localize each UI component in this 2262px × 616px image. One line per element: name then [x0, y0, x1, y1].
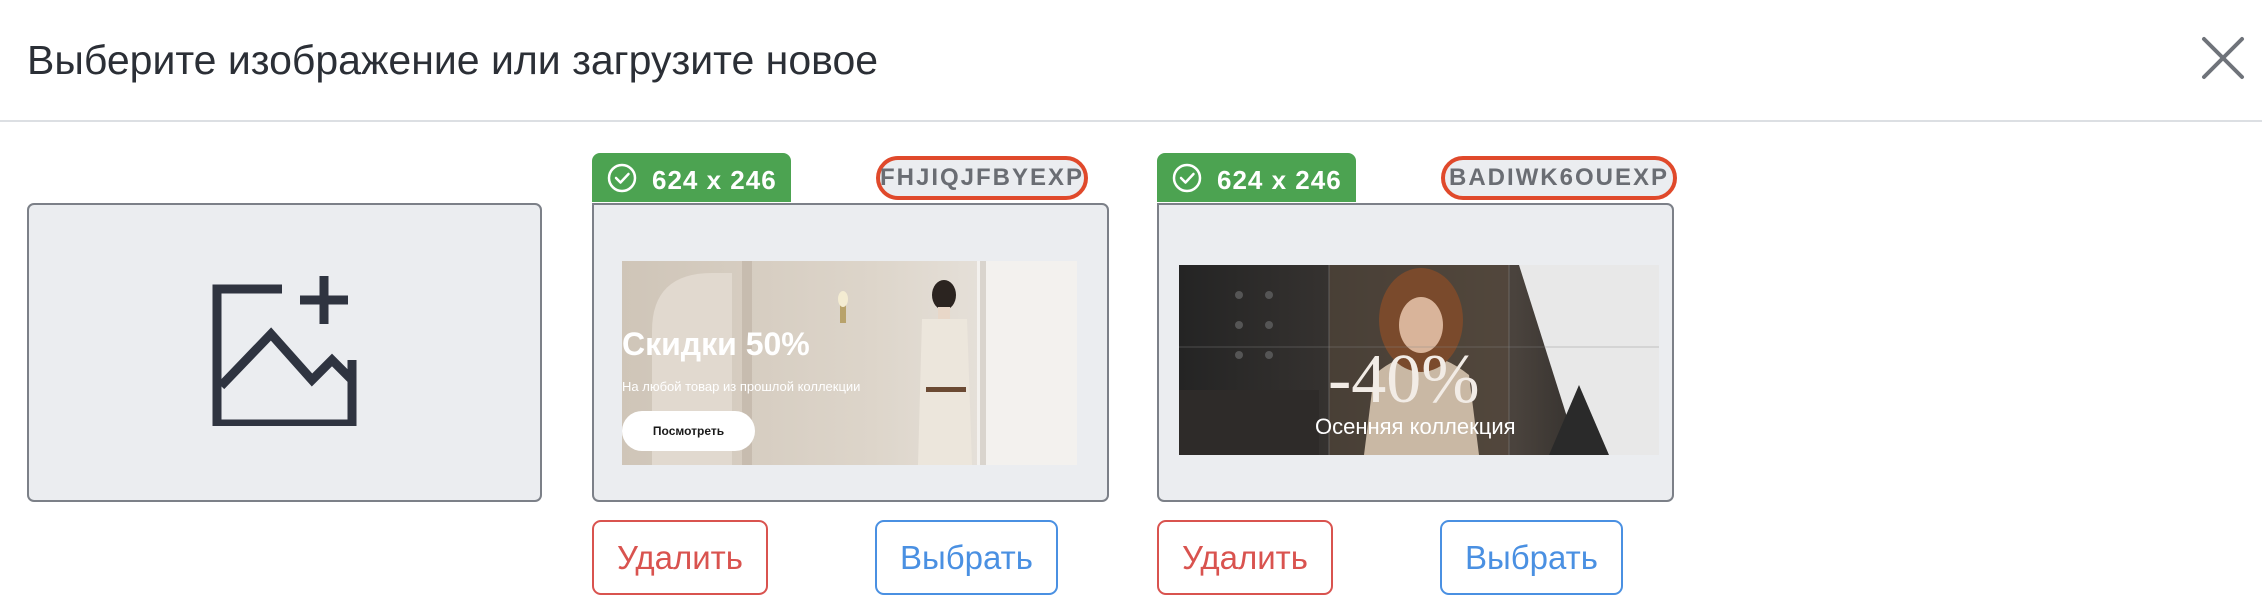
modal-header: Выберите изображение или загрузите новое [0, 0, 2262, 122]
banner-1-subtitle: На любой товар из прошлой коллекции [622, 379, 861, 394]
image-item: 624 x 246 FHJIQJFBYEXP Удалить Выбрать [592, 153, 1109, 595]
image-code-badge: FHJIQJFBYEXP [876, 156, 1088, 200]
banner-2-headline: -40% [1328, 341, 1480, 418]
close-icon[interactable] [2190, 30, 2254, 88]
select-button[interactable]: Выбрать [1440, 520, 1623, 595]
banner-1-button: Посмотреть [622, 411, 755, 451]
delete-button[interactable]: Удалить [592, 520, 768, 595]
size-badge: 624 x 246 [1157, 153, 1356, 202]
size-label: 624 x 246 [1217, 165, 1342, 195]
size-badge: 624 x 246 [592, 153, 791, 202]
modal-title: Выберите изображение или загрузите новое [27, 37, 879, 83]
select-button[interactable]: Выбрать [875, 520, 1058, 595]
check-circle-icon [1172, 163, 1202, 193]
banner-2-subtitle: Осенняя коллекция [1315, 414, 1516, 439]
size-label: 624 x 246 [652, 165, 777, 195]
add-image-icon [212, 276, 357, 426]
check-circle-icon [607, 163, 637, 193]
delete-button[interactable]: Удалить [1157, 520, 1333, 595]
image-code-badge: BADIWK6OUEXP [1441, 156, 1677, 200]
banner-1-headline: Скидки 50% [622, 326, 810, 362]
upload-new-image-card[interactable] [27, 203, 542, 502]
